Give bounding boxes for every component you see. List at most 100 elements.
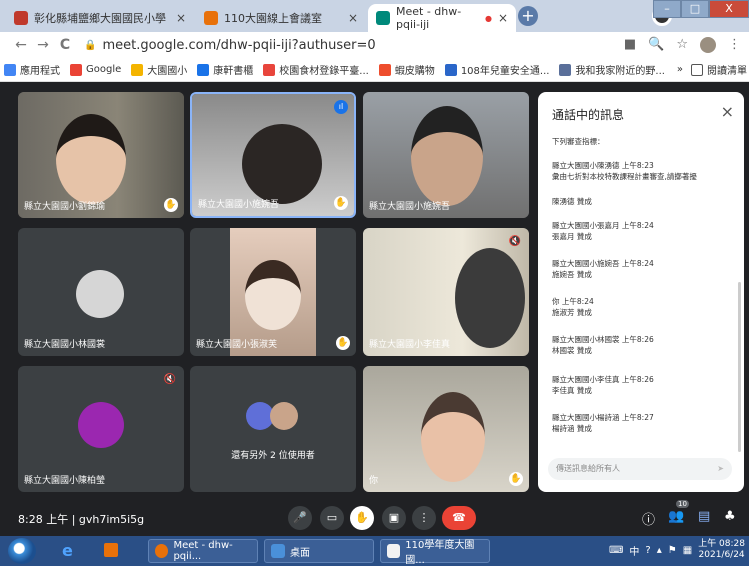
reload-button[interactable]: C xyxy=(54,37,76,53)
participant-tile[interactable]: 🔇 縣立大園國小李佳真 xyxy=(363,228,529,356)
send-icon[interactable]: ➤ xyxy=(717,458,724,480)
forward-button[interactable]: → xyxy=(32,37,54,53)
mic-button[interactable]: 🎤 xyxy=(288,506,312,530)
taskbar-item-label: 110學年度大園國... xyxy=(405,540,475,566)
bookmark-google[interactable]: Google xyxy=(70,63,121,76)
chat-close-button[interactable]: × xyxy=(721,102,734,121)
shopee-icon xyxy=(378,63,391,76)
bookmark-food-platform[interactable]: 校園食材登錄平臺... xyxy=(263,62,369,77)
network-icon[interactable]: ▦ xyxy=(683,545,692,556)
pin-icon[interactable]: ✋ xyxy=(334,196,348,210)
self-tile[interactable]: 你 ✋ xyxy=(363,366,529,492)
flag-icon[interactable]: ⚑ xyxy=(668,545,677,556)
bookmark-child-safety[interactable]: 108年兒童安全通... xyxy=(444,62,549,77)
chat-message-text: 李佳真 贊成 xyxy=(552,386,592,395)
school-favicon-icon xyxy=(14,11,28,25)
taskbar-item-desktop[interactable]: 桌面 xyxy=(264,539,374,563)
chat-message-text: 施淑芳 贊成 xyxy=(552,308,592,317)
participant-tile[interactable]: 縣立大園國小施婉吾 xyxy=(363,92,529,218)
pin-icon[interactable]: ✋ xyxy=(164,198,178,212)
tray-expand-icon[interactable]: ▴ xyxy=(657,545,662,556)
bookmarks-more-button[interactable]: » xyxy=(677,64,683,75)
ie-icon xyxy=(444,63,457,76)
pin-icon[interactable]: ✋ xyxy=(336,336,350,350)
meeting-details-button[interactable]: ⓘ xyxy=(642,509,655,528)
chat-scrollbar[interactable] xyxy=(738,282,741,452)
address-bar: ← → C 🔒 meet.google.com/dhw-pqii-iji?aut… xyxy=(0,32,749,58)
raise-hand-button[interactable]: ✋ xyxy=(350,506,374,530)
tab-meeting-room[interactable]: 110大園線上會議室 × xyxy=(196,4,366,32)
back-button[interactable]: ← xyxy=(10,37,32,53)
slides-favicon-icon xyxy=(204,11,218,25)
end-call-button[interactable]: ☎ xyxy=(442,506,476,530)
reading-list-icon xyxy=(691,63,703,76)
more-options-button[interactable]: ⋮ xyxy=(412,506,436,530)
tab-close-icon[interactable]: × xyxy=(176,11,186,25)
chat-message: 縣立大園國小李佳真 上午8:26 李佳真 贊成 xyxy=(552,374,732,396)
globe-icon xyxy=(559,63,572,76)
system-clock[interactable]: 上午 08:28 2021/6/24 xyxy=(698,539,745,561)
camera-indicator-icon[interactable]: ■ xyxy=(624,37,636,53)
activities-button[interactable]: ♣ xyxy=(724,509,736,524)
media-player-icon[interactable] xyxy=(104,543,118,557)
pin-icon[interactable]: ✋ xyxy=(509,472,523,486)
chat-panel: 通話中的訊息 × 下列審查指標： 縣立大園國小陳湧德 上午8:23 彙由七折對本… xyxy=(538,92,744,492)
taskbar-item-label: Meet - dhw-pqii... xyxy=(173,540,233,562)
camera-button[interactable]: ▭ xyxy=(320,506,344,530)
chat-button[interactable]: ▤ xyxy=(698,509,710,524)
minimize-button[interactable]: – xyxy=(653,0,681,18)
meeting-info: 8:28 上午 | gvh7im5i5g xyxy=(18,513,145,526)
taskbar-item-label: 桌面 xyxy=(290,547,310,559)
participant-name: 縣立大園國小施婉吾 xyxy=(369,202,451,212)
chat-message-text: 林國裳 贊成 xyxy=(552,346,592,355)
keyboard-icon[interactable]: ⌨ xyxy=(609,545,623,556)
bookmark-school[interactable]: 大園國小 xyxy=(131,62,187,77)
tab-school[interactable]: 彰化縣埔鹽鄉大園國民小學 × xyxy=(6,4,194,32)
participant-tile[interactable]: 縣立大園國小張淑芙 ✋ xyxy=(190,228,356,356)
bookmarks-bar: 應用程式 Google 大園國小 康軒書櫃 校園食材登錄平臺... 蝦皮購物 1… xyxy=(0,58,749,82)
browser-menu-icon[interactable]: ⋮ xyxy=(728,37,741,53)
people-icon: 👥 xyxy=(668,509,685,524)
people-button[interactable]: 👥 10 xyxy=(668,500,689,524)
chat-time: 上午8:23 xyxy=(621,161,654,170)
tab-meet[interactable]: Meet - dhw-pqii-iji ● × xyxy=(368,4,516,32)
chat-input[interactable]: 傳送訊息給所有人 ➤ xyxy=(548,458,732,480)
chat-message: 下列審查指標： xyxy=(552,136,732,147)
input-language[interactable]: 中 xyxy=(629,543,639,558)
school-icon xyxy=(131,63,144,76)
participant-tile[interactable]: 🔇 縣立大園國小陳柏瑩 xyxy=(18,366,184,492)
participant-video xyxy=(455,248,525,348)
document-icon xyxy=(387,544,401,558)
bookmark-wildlife[interactable]: 我和我家附近的野... xyxy=(559,62,665,77)
bookmark-apps[interactable]: 應用程式 xyxy=(4,62,60,77)
chat-message-text: 下列審查指標： xyxy=(552,137,605,146)
participant-tile[interactable]: 縣立大園國小劉錦瑜 ✋ xyxy=(18,92,184,218)
help-icon[interactable]: ? xyxy=(645,545,650,556)
present-button[interactable]: ▣ xyxy=(382,506,406,530)
window-close-button[interactable]: X xyxy=(709,0,749,18)
url-field[interactable]: 🔒 meet.google.com/dhw-pqii-iji?authuser=… xyxy=(84,38,376,53)
speaking-indicator-icon: ıl xyxy=(334,100,348,114)
maximize-button[interactable]: □ xyxy=(681,0,709,18)
chat-message: 縣立大園國小施婉吾 上午8:24 施婉吾 贊成 xyxy=(552,258,732,280)
other-participants-tile[interactable]: 還有另外 2 位使用者 xyxy=(190,366,356,492)
ie-icon[interactable]: e xyxy=(62,541,73,560)
taskbar-item-meet[interactable]: Meet - dhw-pqii... xyxy=(148,539,258,563)
reading-list-button[interactable]: 閱讀清單 xyxy=(691,62,747,77)
tab-close-icon[interactable]: × xyxy=(498,11,508,25)
zoom-icon[interactable]: 🔍 xyxy=(648,37,664,53)
new-tab-button[interactable]: + xyxy=(518,6,538,26)
bookmark-star-icon[interactable]: ☆ xyxy=(676,37,688,53)
other-participants-label: 還有另外 2 位使用者 xyxy=(231,451,315,461)
participant-name: 縣立大園國小林國裳 xyxy=(24,340,106,350)
bookmark-shopee[interactable]: 蝦皮購物 xyxy=(378,62,435,77)
tab-close-icon[interactable]: × xyxy=(348,11,358,25)
participant-tile[interactable]: 縣立大園國小林國裳 xyxy=(18,228,184,356)
start-button[interactable] xyxy=(8,538,36,564)
reading-list-label: 閱讀清單 xyxy=(707,66,747,77)
people-count-badge: 10 xyxy=(676,500,689,508)
taskbar-item-document[interactable]: 110學年度大園國... xyxy=(380,539,490,566)
extension-avatar-icon[interactable] xyxy=(700,37,716,53)
participant-tile-active-speaker[interactable]: ıl 縣立大園國小施婉吾 ✋ xyxy=(190,92,356,218)
bookmark-kangxuan[interactable]: 康軒書櫃 xyxy=(197,62,253,77)
